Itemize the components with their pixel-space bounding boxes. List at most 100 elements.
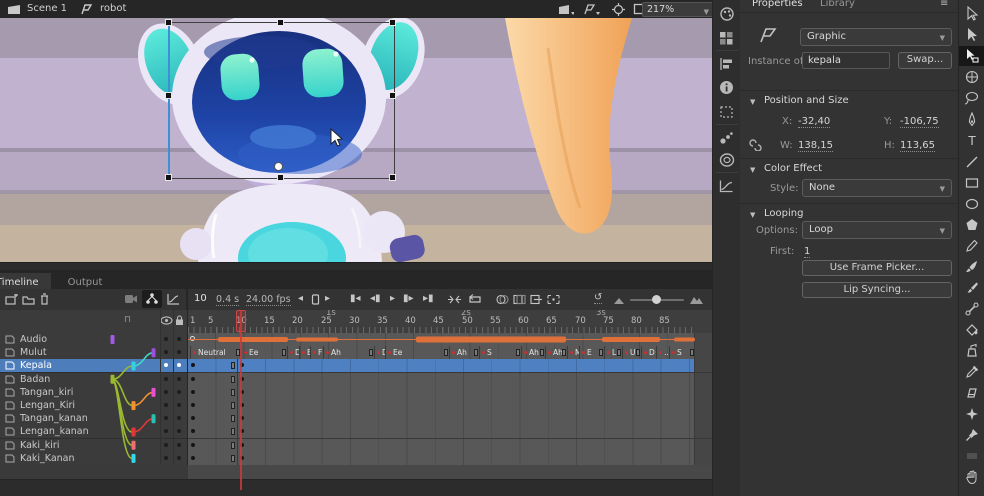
lip-syncing-button[interactable]: Lip Syncing... [802, 282, 952, 298]
transform-handle-top-right[interactable] [389, 19, 396, 26]
swatches-panel-icon[interactable] [719, 30, 734, 49]
zoom-out-timeline-icon[interactable] [614, 297, 624, 304]
align-panel-icon[interactable] [719, 56, 734, 75]
info-panel-icon[interactable] [719, 80, 734, 99]
collapse-triangle-icon[interactable]: ▼ [750, 211, 755, 219]
collapse-triangle-icon[interactable]: ▼ [750, 98, 755, 106]
bone-tool[interactable] [959, 299, 984, 319]
x-value[interactable]: -32,40 [798, 116, 830, 128]
transform-handle-mid-right[interactable] [389, 92, 396, 99]
color-panel-icon[interactable] [719, 6, 735, 25]
frame-row-mulut[interactable]: Neutral Ee D E F Ah D Ee Ah S Ah Ah M E … [188, 346, 712, 360]
classic-brush-tool[interactable] [959, 278, 984, 298]
frame-row-lengan-kanan[interactable] [188, 425, 712, 439]
rectangle-tool[interactable] [959, 173, 984, 193]
transform-handle-bottom-center[interactable] [277, 174, 284, 181]
instance-name-field[interactable]: kepala [802, 52, 890, 69]
h-value[interactable]: 113,65 [900, 140, 935, 152]
text-tool[interactable]: T [959, 131, 984, 151]
ink-bottle-tool[interactable] [959, 341, 984, 361]
loop-options-dropdown[interactable]: Loop ▼ [802, 221, 952, 239]
pencil-tool[interactable] [959, 236, 984, 256]
zoom-level-select[interactable]: 217% ▼ [642, 2, 714, 17]
eraser-tool[interactable] [959, 383, 984, 403]
paint-bucket-tool[interactable] [959, 320, 984, 340]
insert-layer-icon[interactable] [5, 294, 18, 305]
center-stage-icon[interactable] [612, 3, 625, 16]
use-frame-picker-button[interactable]: Use Frame Picker... [802, 260, 952, 276]
w-value[interactable]: 138,15 [798, 140, 833, 152]
position-size-header[interactable]: Position and Size [764, 95, 849, 106]
prev-frame-icon[interactable]: ◂▮ [370, 293, 381, 304]
frame-row-badan[interactable] [188, 373, 712, 387]
lock-column-icon[interactable] [175, 315, 184, 326]
transformation-point[interactable] [274, 162, 283, 171]
selection-bounding-box[interactable] [168, 22, 395, 179]
step-forward-icon[interactable]: ▸ [325, 293, 330, 304]
asset-warp-tool[interactable] [959, 404, 984, 424]
edit-scene-icon[interactable] [558, 4, 574, 15]
eye-column-icon[interactable] [160, 316, 173, 325]
frame-row-lengan-kiri[interactable] [188, 399, 712, 413]
pin-tool[interactable] [959, 425, 984, 445]
pen-tool[interactable] [959, 110, 984, 130]
new-folder-icon[interactable] [22, 294, 35, 305]
edit-multiple-frames-icon[interactable] [530, 294, 543, 305]
layer-parenting-toggle[interactable] [142, 290, 162, 308]
lasso-tool[interactable] [959, 88, 984, 108]
frame-row-tangan-kiri[interactable] [188, 386, 712, 400]
transform-handle-bottom-right[interactable] [389, 174, 396, 181]
first-frame-value[interactable]: 1 [804, 246, 810, 258]
frame-row-kaki-kanan[interactable] [188, 452, 712, 466]
scene-breadcrumb[interactable]: Scene 1 [27, 3, 67, 14]
collapse-triangle-icon[interactable]: ▼ [750, 166, 755, 174]
tab-properties[interactable]: Properties [752, 0, 803, 9]
go-first-frame-icon[interactable]: ▮◂ [350, 293, 361, 304]
modify-markers-icon[interactable] [547, 294, 560, 305]
stage-canvas[interactable] [0, 18, 712, 262]
transform-handle-top-center[interactable] [277, 19, 284, 26]
frame-row-kepala[interactable] [188, 359, 712, 373]
transform-handle-mid-left[interactable] [165, 92, 172, 99]
motion-editor-panel-icon[interactable] [719, 178, 734, 197]
tab-output[interactable]: Output [56, 273, 115, 290]
transform-handle-top-left[interactable] [165, 19, 172, 26]
next-frame-icon[interactable]: ▮▸ [403, 293, 414, 304]
transform-handle-bottom-left[interactable] [165, 174, 172, 181]
y-value[interactable]: -106,75 [900, 116, 939, 128]
width-tool[interactable] [959, 446, 984, 466]
timeline-zoom-knob[interactable] [652, 295, 661, 304]
swap-button[interactable]: Swap... [898, 52, 952, 69]
highlight-column-icon[interactable]: ⊓ [124, 315, 131, 325]
oval-tool[interactable] [959, 194, 984, 214]
link-dimensions-icon[interactable] [748, 138, 762, 151]
creative-cloud-icon[interactable] [719, 152, 735, 171]
edit-symbols-icon[interactable] [584, 4, 600, 15]
symbol-type-dropdown[interactable]: Graphic ▼ [800, 28, 952, 46]
center-frame-icon[interactable] [448, 294, 461, 305]
tab-timeline[interactable]: Timeline [0, 273, 51, 290]
symbol-breadcrumb[interactable]: robot [100, 3, 126, 14]
frame-rate[interactable]: 24.00 fps [246, 294, 291, 306]
graph-editor-icon[interactable] [167, 293, 180, 305]
selection-tool[interactable] [959, 4, 984, 24]
polystar-tool[interactable] [959, 215, 984, 235]
frame-row-kaki-kiri[interactable] [188, 439, 712, 453]
timeline-ruler[interactable]: 1s 2s 3s 1 5 10 15 20 25 30 35 40 45 50 … [188, 310, 712, 334]
looping-header[interactable]: Looping [764, 208, 803, 219]
brush-library-panel-icon[interactable] [719, 130, 734, 149]
color-effect-header[interactable]: Color Effect [764, 163, 822, 174]
free-transform-tool[interactable] [959, 46, 984, 66]
delete-layer-icon[interactable] [39, 293, 50, 305]
eyedropper-tool[interactable] [959, 362, 984, 382]
step-back-icon[interactable]: ◂ [298, 293, 303, 304]
zoom-in-timeline-icon[interactable] [690, 295, 703, 304]
transform-panel-icon[interactable] [719, 104, 734, 123]
style-dropdown[interactable]: None ▼ [802, 179, 952, 197]
onion-skin-icon[interactable] [496, 294, 509, 305]
frame-row-tangan-kanan[interactable] [188, 412, 712, 426]
paint-brush-tool[interactable] [959, 257, 984, 277]
go-last-frame-icon[interactable]: ▸▮ [423, 293, 434, 304]
frame-row-audio[interactable] [188, 333, 712, 347]
hand-tool[interactable] [959, 467, 984, 487]
